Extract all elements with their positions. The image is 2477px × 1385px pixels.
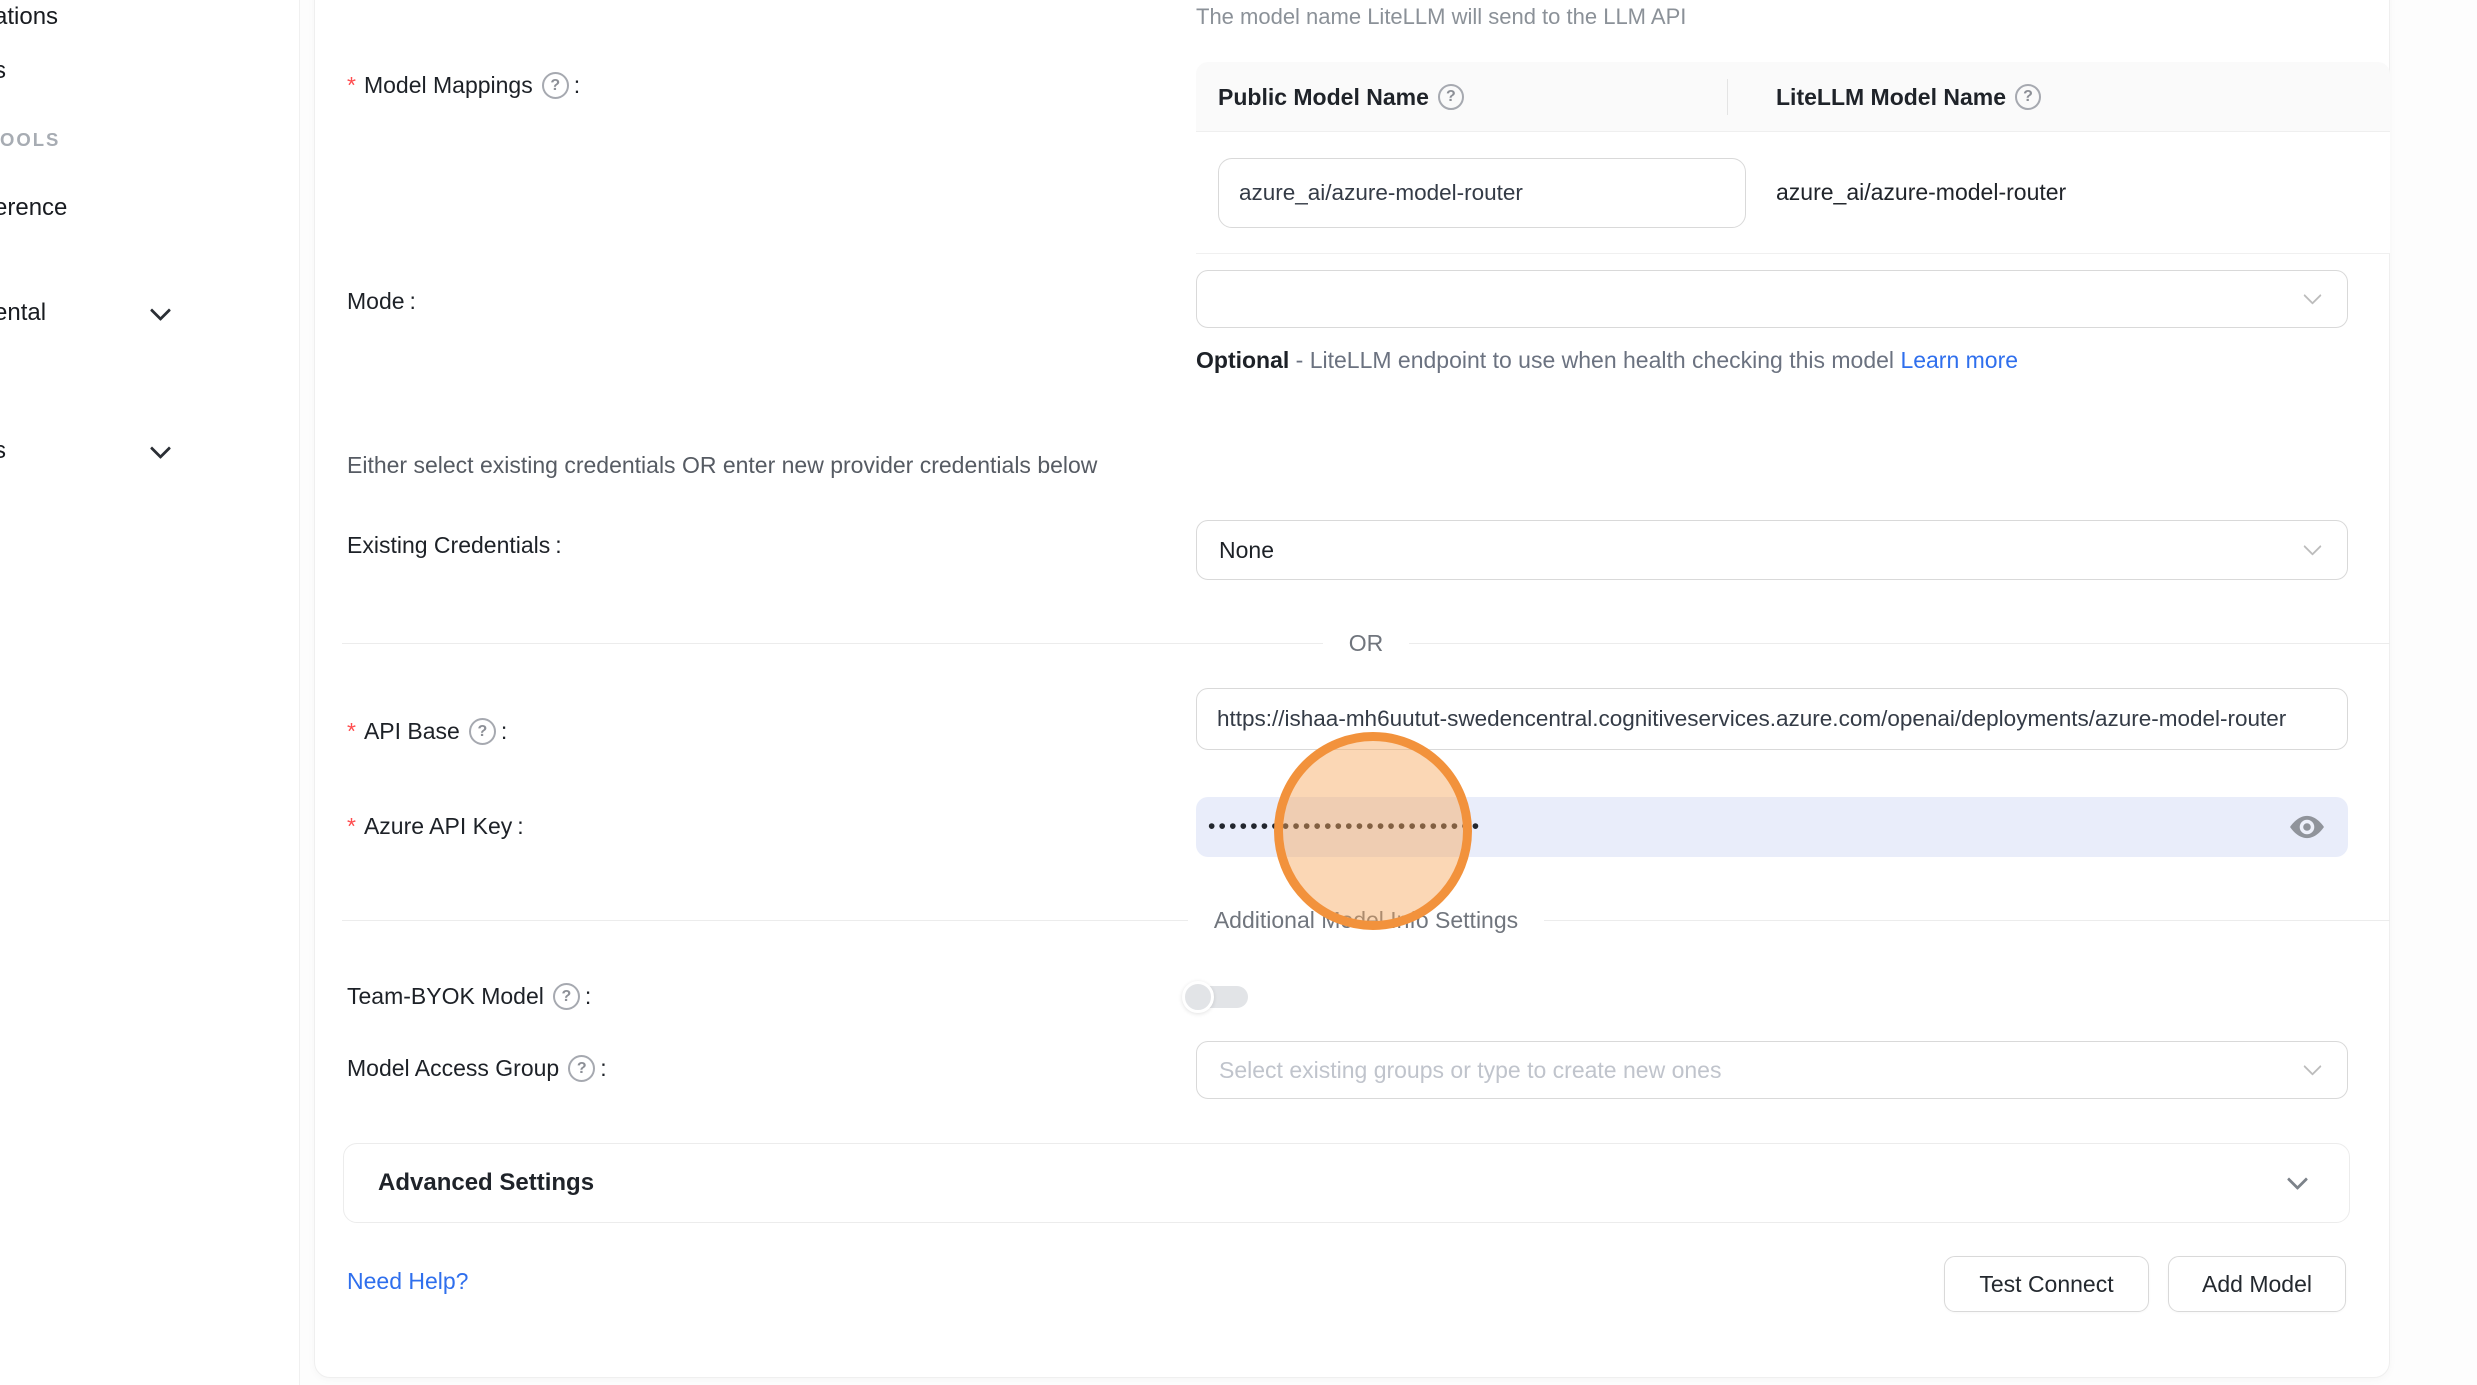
- existing-credentials-label-text: Existing Credentials: [347, 532, 550, 559]
- sidebar-item[interactable]: ations: [0, 3, 58, 31]
- label-colon: :: [574, 72, 580, 99]
- chevron-down-icon: [2303, 286, 2321, 304]
- label-colon: :: [555, 532, 561, 559]
- model-mappings-label-text: Model Mappings: [364, 72, 533, 99]
- mode-label-text: Mode: [347, 288, 405, 315]
- api-base-label: * API Base ? :: [347, 718, 507, 745]
- label-colon: :: [600, 1055, 606, 1082]
- label-colon: :: [410, 288, 416, 315]
- table-header-row: Public Model Name ? LiteLLM Model Name ?: [1196, 62, 2390, 132]
- help-question-icon[interactable]: ?: [542, 72, 569, 99]
- divider-line: [342, 920, 1188, 921]
- test-connect-button[interactable]: Test Connect: [1944, 1256, 2149, 1312]
- header-text: Public Model Name: [1218, 84, 1429, 111]
- api-base-label-text: API Base: [364, 718, 460, 745]
- chevron-down-icon: [150, 438, 171, 459]
- header-column-divider: [1727, 79, 1728, 115]
- required-asterisk: *: [347, 72, 356, 99]
- chevron-down-icon: [2303, 1057, 2321, 1075]
- model-mappings-table: Public Model Name ? LiteLLM Model Name ?…: [1196, 62, 2390, 254]
- add-model-button[interactable]: Add Model: [2168, 1256, 2346, 1312]
- advanced-settings-label: Advanced Settings: [378, 1169, 594, 1197]
- column-header-public-model-name: Public Model Name ?: [1218, 62, 1464, 132]
- help-question-icon[interactable]: ?: [568, 1055, 595, 1082]
- advanced-settings-toggle[interactable]: Advanced Settings: [343, 1143, 2350, 1223]
- table-row: azure_ai/azure-model-router: [1196, 132, 2390, 254]
- additional-settings-divider-text: Additional Model Info Settings: [1188, 907, 1544, 934]
- model-access-group-label-text: Model Access Group: [347, 1055, 559, 1082]
- chevron-down-icon: [2287, 1169, 2308, 1190]
- chevron-down-icon: [150, 300, 171, 321]
- sidebar-item[interactable]: s: [0, 437, 6, 465]
- mode-help-text: Optional - LiteLLM endpoint to use when …: [1196, 341, 2036, 380]
- litellm-model-name-value: azure_ai/azure-model-router: [1776, 179, 2066, 206]
- help-question-icon[interactable]: ?: [2015, 84, 2041, 110]
- sidebar-item[interactable]: s: [0, 57, 6, 85]
- header-text: LiteLLM Model Name: [1776, 84, 2006, 111]
- label-colon: :: [501, 718, 507, 745]
- divider-line: [342, 643, 1323, 644]
- sidebar-item[interactable]: erence: [0, 194, 67, 222]
- team-byok-label-text: Team-BYOK Model: [347, 983, 544, 1010]
- or-divider-text: OR: [1323, 630, 1410, 657]
- need-help-link[interactable]: Need Help?: [347, 1268, 468, 1295]
- add-model-page: ations s TOOLS erence ental s The model …: [0, 0, 2477, 1385]
- sidebar-section-tools: TOOLS: [0, 129, 60, 151]
- model-access-group-label: Model Access Group ? :: [347, 1055, 607, 1082]
- model-name-help-text: The model name LiteLLM will send to the …: [1196, 4, 1686, 30]
- learn-more-link[interactable]: Learn more: [1900, 347, 2018, 373]
- required-asterisk: *: [347, 718, 356, 745]
- help-question-icon[interactable]: ?: [469, 718, 496, 745]
- mode-help-body: - LiteLLM endpoint to use when health ch…: [1289, 347, 1900, 373]
- sidebar-item[interactable]: ental: [0, 299, 46, 327]
- required-asterisk: *: [347, 813, 356, 840]
- existing-credentials-label: Existing Credentials :: [347, 532, 562, 559]
- model-access-group-select[interactable]: [1196, 1041, 2348, 1099]
- azure-api-key-label-text: Azure API Key: [364, 813, 512, 840]
- label-colon: :: [517, 813, 523, 840]
- model-mappings-label: * Model Mappings ? :: [347, 72, 580, 99]
- api-base-input[interactable]: [1196, 688, 2348, 750]
- azure-api-key-label: * Azure API Key :: [347, 813, 524, 840]
- azure-api-key-input[interactable]: ••••••••••••••••••••••••••: [1196, 797, 2348, 857]
- help-question-icon[interactable]: ?: [553, 983, 580, 1010]
- divider-line: [1544, 920, 2390, 921]
- label-colon: :: [585, 983, 591, 1010]
- column-header-litellm-model-name: LiteLLM Model Name ?: [1776, 62, 2041, 132]
- existing-credentials-value: None: [1197, 537, 1274, 564]
- mode-select[interactable]: [1196, 270, 2348, 328]
- existing-credentials-select[interactable]: None: [1196, 520, 2348, 580]
- toggle-knob: [1182, 981, 1214, 1013]
- or-divider: OR: [342, 628, 2390, 658]
- masked-password-value: ••••••••••••••••••••••••••: [1208, 815, 1482, 839]
- credentials-note: Either select existing credentials OR en…: [347, 452, 1097, 479]
- show-password-eye-icon[interactable]: [2288, 811, 2326, 843]
- help-question-icon[interactable]: ?: [1438, 84, 1464, 110]
- model-access-group-input[interactable]: [1219, 1057, 2279, 1084]
- sidebar: ations s TOOLS erence ental s: [0, 0, 300, 1385]
- additional-settings-divider: Additional Model Info Settings: [342, 905, 2390, 935]
- divider-line: [1409, 643, 2390, 644]
- team-byok-toggle[interactable]: [1182, 981, 1248, 1013]
- chevron-down-icon: [2303, 537, 2321, 555]
- team-byok-label: Team-BYOK Model ? :: [347, 983, 591, 1010]
- mode-label: Mode :: [347, 288, 416, 315]
- optional-badge-text: Optional: [1196, 347, 1289, 373]
- public-model-name-input[interactable]: [1218, 158, 1746, 228]
